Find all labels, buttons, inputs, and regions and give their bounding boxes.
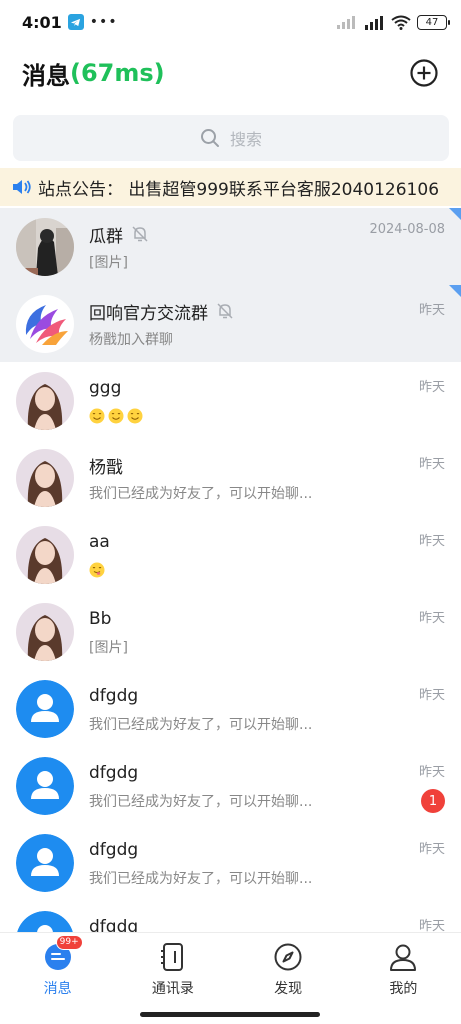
pinned-flag-icon bbox=[449, 285, 461, 297]
site-notice-banner[interactable]: 站点公告： 出售超管999联系平台客服2040126106 bbox=[0, 168, 461, 206]
speaker-icon bbox=[13, 180, 31, 194]
tab-label: 发现 bbox=[274, 981, 303, 997]
avatar bbox=[16, 525, 74, 584]
smile-emoji-icon bbox=[127, 408, 143, 424]
chat-name: 回响官方交流群 bbox=[89, 303, 208, 324]
telegram-icon bbox=[67, 14, 84, 30]
search-input[interactable]: 搜索 bbox=[13, 115, 449, 161]
chat-item[interactable]: dfgdg 我们已经成为好友了，可以开始聊... 昨天 1 bbox=[0, 747, 461, 824]
avatar bbox=[16, 602, 74, 661]
chat-name: dfgdg bbox=[89, 763, 139, 783]
chat-item[interactable]: aa 昨天 bbox=[0, 516, 461, 593]
status-time: 4:01 bbox=[22, 12, 62, 32]
battery-level: 47 bbox=[425, 16, 439, 28]
chat-name: dfgdg bbox=[89, 686, 139, 706]
smile-emoji-icon bbox=[89, 408, 105, 424]
avatar bbox=[16, 910, 74, 932]
chat-item[interactable]: 杨戬 我们已经成为好友了，可以开始聊... 昨天 bbox=[0, 439, 461, 516]
latency-indicator: (67ms) bbox=[70, 59, 165, 87]
wifi-icon bbox=[391, 15, 411, 30]
search-placeholder: 搜索 bbox=[229, 130, 262, 149]
avatar bbox=[16, 756, 74, 815]
chat-time: 2024-08-08 bbox=[369, 222, 445, 237]
cellular-signal-hd-icon bbox=[365, 16, 383, 30]
chat-time: 昨天 bbox=[418, 919, 445, 932]
chat-preview: 我们已经成为好友了，可以开始聊... bbox=[89, 486, 313, 502]
smile-emoji-icon bbox=[108, 408, 124, 424]
avatar bbox=[16, 833, 74, 892]
avatar bbox=[16, 371, 74, 430]
chat-name: ggg bbox=[89, 378, 122, 398]
more-notifications-icon: ••• bbox=[89, 14, 118, 30]
contacts-book-icon bbox=[157, 941, 189, 973]
tab-profile[interactable]: 我的 bbox=[346, 933, 461, 1002]
chat-time: 昨天 bbox=[418, 611, 445, 626]
chat-item[interactable]: 瓜群 [图片] 2024-08-08 bbox=[0, 208, 461, 285]
bottom-tab-bar: 99+ 消息 通讯录 发现 我的 bbox=[0, 932, 461, 1002]
chat-list[interactable]: 瓜群 [图片] 2024-08-08 回响官方交流群 杨戬加入群聊 昨天 ggg… bbox=[0, 208, 461, 932]
tab-contacts[interactable]: 通讯录 bbox=[115, 933, 230, 1002]
chat-name: aa bbox=[89, 532, 110, 552]
chat-time: 昨天 bbox=[418, 534, 445, 549]
chat-preview-emojis bbox=[89, 406, 461, 426]
chat-item[interactable]: ggg 昨天 bbox=[0, 362, 461, 439]
chat-name: 杨戬 bbox=[89, 457, 123, 478]
chat-item[interactable]: dfgdg 我们已经成为好友了，可以开始聊... 昨天 bbox=[0, 670, 461, 747]
tab-discover[interactable]: 发现 bbox=[231, 933, 346, 1002]
person-icon bbox=[387, 941, 419, 973]
chat-item[interactable]: 回响官方交流群 杨戬加入群聊 昨天 bbox=[0, 285, 461, 362]
tab-label: 消息 bbox=[43, 981, 72, 997]
chat-name: Bb bbox=[89, 609, 112, 629]
chat-name: dfgdg bbox=[89, 917, 139, 932]
chat-bubble-icon: 99+ bbox=[42, 935, 83, 973]
home-indicator[interactable] bbox=[140, 1012, 320, 1017]
cellular-signal-icon bbox=[337, 16, 355, 29]
chat-item[interactable]: dfgdg 昨天 bbox=[0, 901, 461, 932]
chat-item[interactable]: Bb [图片] 昨天 bbox=[0, 593, 461, 670]
chat-name: 瓜群 bbox=[89, 226, 123, 247]
page-header: 消息 (67ms) bbox=[0, 50, 461, 96]
avatar bbox=[16, 448, 74, 507]
messages-unread-badge: 99+ bbox=[55, 935, 83, 950]
chat-name: dfgdg bbox=[89, 840, 139, 860]
chat-preview: 我们已经成为好友了，可以开始聊... bbox=[89, 871, 313, 887]
tab-label: 通讯录 bbox=[151, 981, 194, 997]
add-button[interactable] bbox=[409, 58, 439, 88]
chat-preview-emojis bbox=[89, 560, 461, 580]
avatar bbox=[16, 217, 74, 276]
mute-bell-icon bbox=[217, 303, 233, 319]
tongue-emoji-icon bbox=[89, 562, 105, 578]
avatar bbox=[16, 679, 74, 738]
notice-text: 站点公告： 出售超管999联系平台客服2040126106 bbox=[38, 179, 440, 200]
chat-preview: [图片] bbox=[89, 640, 128, 656]
compass-icon bbox=[272, 941, 304, 973]
chat-time: 昨天 bbox=[418, 842, 445, 857]
chat-preview: [图片] bbox=[89, 255, 128, 271]
chat-time: 昨天 bbox=[418, 380, 445, 395]
status-bar: 4:01 ••• 47 bbox=[0, 0, 461, 44]
chat-preview: 我们已经成为好友了，可以开始聊... bbox=[89, 794, 313, 810]
chat-preview: 杨戬加入群聊 bbox=[89, 332, 173, 348]
pinned-flag-icon bbox=[449, 208, 461, 220]
page-title: 消息 bbox=[22, 61, 70, 90]
unread-badge: 1 bbox=[421, 789, 445, 813]
chat-item[interactable]: dfgdg 我们已经成为好友了，可以开始聊... 昨天 bbox=[0, 824, 461, 901]
chat-time: 昨天 bbox=[418, 688, 445, 703]
chat-preview: 我们已经成为好友了，可以开始聊... bbox=[89, 717, 313, 733]
tab-messages[interactable]: 99+ 消息 bbox=[0, 933, 115, 1002]
chat-time: 昨天 bbox=[418, 457, 445, 472]
mute-bell-icon bbox=[132, 226, 148, 242]
search-icon bbox=[200, 129, 219, 147]
chat-time: 昨天 bbox=[418, 765, 445, 780]
avatar bbox=[16, 294, 74, 353]
tab-label: 我的 bbox=[389, 981, 418, 997]
chat-time: 昨天 bbox=[418, 303, 445, 318]
battery-icon: 47 bbox=[417, 14, 450, 30]
